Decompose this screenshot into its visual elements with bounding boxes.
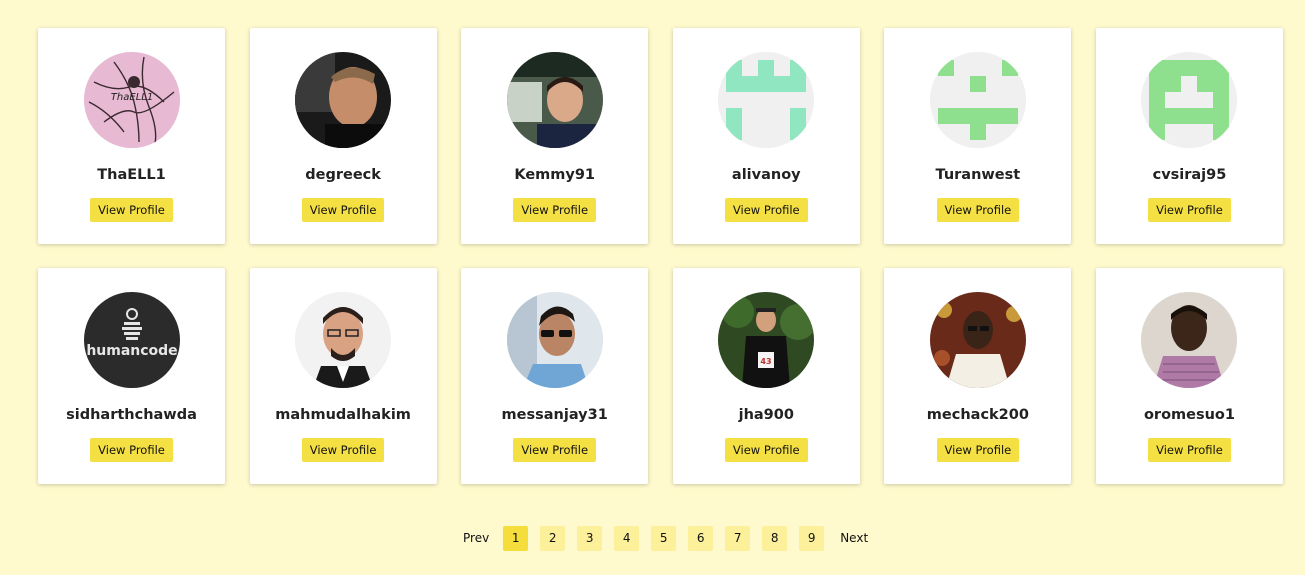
username: mahmudalhakim <box>275 407 411 423</box>
avatar-image <box>506 292 603 388</box>
humancode-logo-avatar[interactable]: humancode <box>83 292 180 388</box>
username: Kemmy91 <box>514 167 596 183</box>
profile-card: mahmudalhakim View Profile <box>249 268 437 484</box>
profile-grid: ThaELL1 ThaELL1 View Profile degreeck Vi… <box>38 28 1283 484</box>
identicon-avatar[interactable] <box>1141 52 1238 148</box>
username: oromesuo1 <box>1143 407 1235 423</box>
avatar-image <box>718 52 815 148</box>
username: ThaELL1 <box>97 167 166 183</box>
avatar[interactable] <box>506 52 603 148</box>
prev-link[interactable]: Prev <box>459 526 493 551</box>
page-button-4[interactable]: 4 <box>614 526 640 551</box>
view-profile-button[interactable]: View Profile <box>724 198 808 222</box>
username: mechack200 <box>926 407 1029 423</box>
page-button-7[interactable]: 7 <box>725 526 751 551</box>
avatar[interactable] <box>295 52 392 148</box>
profile-card: alivanoy View Profile <box>672 28 860 244</box>
identicon-avatar[interactable] <box>718 52 815 148</box>
avatar[interactable] <box>929 292 1026 388</box>
page-button-3[interactable]: 3 <box>577 526 603 551</box>
page-button-9[interactable]: 9 <box>799 526 825 551</box>
avatar-image: ThaELL1 <box>83 52 180 148</box>
avatar[interactable]: 43 <box>718 292 815 388</box>
avatar-logo-text: humancode <box>86 343 177 359</box>
profile-card: ThaELL1 ThaELL1 View Profile <box>38 28 225 244</box>
avatar[interactable] <box>506 292 603 388</box>
avatar-image <box>1141 292 1238 388</box>
profile-card: degreeck View Profile <box>249 28 437 244</box>
avatar-image: humancode <box>83 292 180 388</box>
page-button-8[interactable]: 8 <box>762 526 788 551</box>
view-profile-button[interactable]: View Profile <box>301 438 385 462</box>
username: messanjay31 <box>501 407 608 423</box>
username: degreeck <box>305 167 381 183</box>
view-profile-button[interactable]: View Profile <box>301 198 385 222</box>
view-profile-button[interactable]: View Profile <box>936 438 1020 462</box>
profile-card: Kemmy91 View Profile <box>461 28 649 244</box>
next-link[interactable]: Next <box>836 526 872 551</box>
pagination: Prev 1 2 3 4 5 6 7 8 9 Next <box>459 526 872 551</box>
svg-text:ThaELL1: ThaELL1 <box>110 92 152 103</box>
username: sidharthchawda <box>66 407 197 423</box>
avatar-image: 43 <box>718 292 815 388</box>
profile-card: messanjay31 View Profile <box>461 268 649 484</box>
avatar-image <box>929 52 1026 148</box>
profile-card: cvsiraj95 View Profile <box>1095 28 1283 244</box>
profile-card: oromesuo1 View Profile <box>1095 268 1283 484</box>
page-button-5[interactable]: 5 <box>651 526 677 551</box>
avatar[interactable]: ThaELL1 <box>83 52 180 148</box>
view-profile-button[interactable]: View Profile <box>936 198 1020 222</box>
view-profile-button[interactable]: View Profile <box>1148 438 1231 462</box>
username: Turanwest <box>935 167 1021 183</box>
avatar-image <box>295 292 392 388</box>
view-profile-button[interactable]: View Profile <box>513 438 597 462</box>
profile-card: humancode sidharthchawda View Profile <box>38 268 225 484</box>
username: jha900 <box>738 407 794 423</box>
avatar-image <box>295 52 392 148</box>
page-button-2[interactable]: 2 <box>540 526 566 551</box>
view-profile-button[interactable]: View Profile <box>1148 198 1231 222</box>
svg-text:43: 43 <box>761 357 772 366</box>
avatar-image <box>1141 52 1238 148</box>
page-button-1[interactable]: 1 <box>503 526 529 551</box>
profile-card: 43 jha900 View Profile <box>672 268 860 484</box>
view-profile-button[interactable]: View Profile <box>724 438 808 462</box>
avatar-image <box>929 292 1026 388</box>
profile-card: mechack200 View Profile <box>884 268 1072 484</box>
avatar-image <box>506 52 603 148</box>
identicon-avatar[interactable] <box>929 52 1026 148</box>
view-profile-button[interactable]: View Profile <box>90 438 173 462</box>
avatar[interactable] <box>1141 292 1238 388</box>
profile-card: Turanwest View Profile <box>884 28 1072 244</box>
view-profile-button[interactable]: View Profile <box>90 198 173 222</box>
avatar[interactable] <box>295 292 392 388</box>
username: alivanoy <box>731 167 801 183</box>
username: cvsiraj95 <box>1152 167 1227 183</box>
page-button-6[interactable]: 6 <box>688 526 714 551</box>
view-profile-button[interactable]: View Profile <box>513 198 597 222</box>
